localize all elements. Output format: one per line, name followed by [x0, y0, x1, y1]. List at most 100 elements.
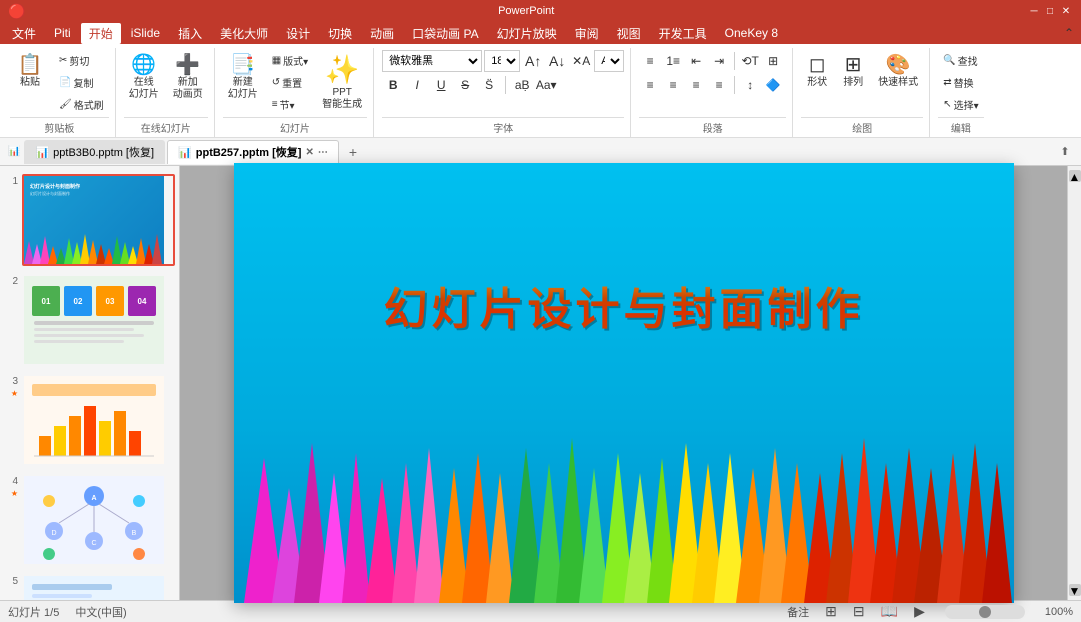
- menu-piti[interactable]: Piti: [46, 24, 79, 42]
- columns-button[interactable]: ⊞: [762, 50, 784, 72]
- collapse-ribbon-icon[interactable]: ⌃: [1061, 25, 1077, 41]
- align-right-button[interactable]: ≡: [685, 74, 707, 96]
- char-spacing-button[interactable]: aḄ: [511, 74, 533, 96]
- find-button[interactable]: 🔍查找: [938, 50, 982, 71]
- shape-button[interactable]: ◻ 形状: [801, 50, 833, 92]
- menu-slideshow[interactable]: 幻灯片放映: [489, 23, 565, 44]
- ribbon-expand-icon[interactable]: ⬆: [1057, 144, 1073, 160]
- menu-transition[interactable]: 切换: [320, 23, 360, 44]
- add-animation-page-button[interactable]: ➕ 新加动画页: [168, 50, 208, 104]
- font-decrease-icon[interactable]: A↓: [546, 50, 568, 72]
- reset-button[interactable]: ↺重置: [267, 72, 313, 93]
- svg-text:04: 04: [138, 297, 147, 306]
- close-button[interactable]: ✕: [1059, 4, 1073, 18]
- tab-pptb257[interactable]: 📊 pptB257.pptm [恢复] ✕ ⋯: [167, 140, 339, 164]
- svg-text:A: A: [91, 495, 96, 502]
- tab-pptb3b0[interactable]: 📊 pptB3B0.pptm [恢复]: [24, 140, 165, 164]
- numbered-list-button[interactable]: 1≡: [662, 50, 684, 72]
- bullet-list-button[interactable]: ≡: [639, 50, 661, 72]
- slide-item-5[interactable]: 5: [4, 574, 175, 600]
- slide-thumb-3[interactable]: [22, 374, 175, 466]
- text-direction-button[interactable]: ⟲T: [739, 50, 761, 72]
- scroll-up-icon[interactable]: ▲: [1069, 170, 1081, 182]
- copy-button[interactable]: 📄复制: [54, 72, 109, 93]
- slide-thumb-2[interactable]: 01 02 03 04: [22, 274, 175, 366]
- ribbon-group-clipboard: 📋 粘贴 ✂剪切 📄复制 🖌格式刷 剪贴板: [4, 48, 116, 137]
- view-presenter-icon[interactable]: ▶: [914, 603, 925, 620]
- menu-developer[interactable]: 开发工具: [651, 23, 715, 44]
- menu-beautify[interactable]: 美化大师: [212, 23, 276, 44]
- font-size-select[interactable]: 18: [484, 50, 520, 72]
- view-reading-icon[interactable]: 📖: [881, 603, 898, 620]
- smart-art-button[interactable]: 🔷: [762, 74, 784, 96]
- menu-onekey[interactable]: OneKey 8: [717, 24, 786, 42]
- ribbon-group-slides: 📑 新建幻灯片 ▦版式▾ ↺重置 ≡节▾ ✨ PPT智能生成: [217, 48, 374, 137]
- online-slides-button[interactable]: 🌐 在线幻灯片: [124, 50, 164, 104]
- slide-item-4[interactable]: 4 ★ A D C B: [4, 474, 175, 566]
- italic-button[interactable]: I: [406, 74, 428, 96]
- indent-increase-button[interactable]: ⇥: [708, 50, 730, 72]
- cut-button[interactable]: ✂剪切: [54, 50, 109, 71]
- underline-button[interactable]: U: [430, 74, 452, 96]
- font-increase-icon[interactable]: A↑: [522, 50, 544, 72]
- notes-button[interactable]: 备注: [787, 604, 809, 620]
- align-center-button[interactable]: ≡: [662, 74, 684, 96]
- align-justify-button[interactable]: ≡: [708, 74, 730, 96]
- slide-canvas: 幻灯片设计与封面制作: [180, 166, 1067, 600]
- font-case-button[interactable]: Aa▾: [535, 74, 557, 96]
- view-normal-icon[interactable]: ⊞: [825, 603, 837, 620]
- paste-button[interactable]: 📋 粘贴: [10, 50, 50, 92]
- clear-format-icon[interactable]: ✕A: [570, 50, 592, 72]
- menu-animation[interactable]: 动画: [362, 23, 402, 44]
- font-color-select[interactable]: Aa: [594, 50, 624, 72]
- menu-design[interactable]: 设计: [278, 23, 318, 44]
- line-spacing-button[interactable]: ↕: [739, 74, 761, 96]
- menu-pa[interactable]: 口袋动画 PA: [404, 23, 486, 44]
- add-tab-button[interactable]: +: [341, 140, 365, 164]
- slide-item-2[interactable]: 2 01 02: [4, 274, 175, 366]
- new-slide-button[interactable]: 📑 新建幻灯片: [223, 50, 263, 104]
- slide-item-3[interactable]: 3 ★: [4, 374, 175, 466]
- tab-close-icon[interactable]: ✕: [305, 147, 313, 158]
- tab-pptb3b0-label: pptB3B0.pptm [恢复]: [53, 144, 154, 160]
- slide-item-1[interactable]: 1 幻灯片设计与封面制作 幻灯片设计与封面制作: [4, 174, 175, 266]
- align-left-button[interactable]: ≡: [639, 74, 661, 96]
- slide-main[interactable]: 幻灯片设计与封面制作: [234, 163, 1014, 603]
- bold-button[interactable]: B: [382, 74, 404, 96]
- strikethrough-button[interactable]: S: [454, 74, 476, 96]
- indent-decrease-button[interactable]: ⇤: [685, 50, 707, 72]
- slide-thumb-4[interactable]: A D C B: [22, 474, 175, 566]
- slide-thumb-5[interactable]: [22, 574, 175, 600]
- maximize-button[interactable]: □: [1043, 4, 1057, 18]
- slide-number-3: 3 ★: [4, 374, 18, 398]
- format-painter-button[interactable]: 🖌格式刷: [54, 94, 109, 115]
- scroll-down-icon[interactable]: ▼: [1069, 584, 1081, 596]
- view-slide-sorter-icon[interactable]: ⊟: [853, 603, 865, 620]
- menu-bar: 文件 Piti 开始 iSlide 插入 美化大师 设计 切换 动画 口袋动画 …: [0, 22, 1081, 44]
- menu-islide[interactable]: iSlide: [123, 24, 168, 42]
- slide-info: 幻灯片 1/5: [8, 604, 59, 620]
- select-button[interactable]: ↖选择▾: [938, 94, 983, 115]
- menu-insert[interactable]: 插入: [170, 23, 210, 44]
- menu-home[interactable]: 开始: [81, 23, 121, 44]
- replace-button[interactable]: ⇄替换: [938, 72, 978, 93]
- ppt-smart-gen-button[interactable]: ✨ PPT智能生成: [317, 50, 367, 114]
- layout-button[interactable]: ▦版式▾: [267, 50, 313, 71]
- menu-review[interactable]: 审阅: [567, 23, 607, 44]
- title-bar: 🔴 PowerPoint ─ □ ✕: [0, 0, 1081, 22]
- tab-bar: 📊 📊 pptB3B0.pptm [恢复] 📊 pptB257.pptm [恢复…: [0, 138, 1081, 166]
- drawing-label: 绘图: [801, 117, 923, 137]
- zoom-handle[interactable]: [979, 606, 991, 618]
- menu-view[interactable]: 视图: [609, 23, 649, 44]
- slide-thumb-1[interactable]: 幻灯片设计与封面制作 幻灯片设计与封面制作: [22, 174, 175, 266]
- svg-text:D: D: [51, 530, 56, 537]
- menu-file[interactable]: 文件: [4, 23, 44, 44]
- section-button[interactable]: ≡节▾: [267, 94, 313, 115]
- slide-number-1: 1: [4, 174, 18, 187]
- arrange-button[interactable]: ⊞ 排列: [837, 50, 869, 92]
- quick-style-button[interactable]: 🎨 快速样式: [873, 50, 923, 92]
- shadow-button[interactable]: S̈: [478, 74, 500, 96]
- zoom-slider[interactable]: [945, 605, 1025, 619]
- font-name-select[interactable]: 微软雅黑: [382, 50, 482, 72]
- minimize-button[interactable]: ─: [1027, 4, 1041, 18]
